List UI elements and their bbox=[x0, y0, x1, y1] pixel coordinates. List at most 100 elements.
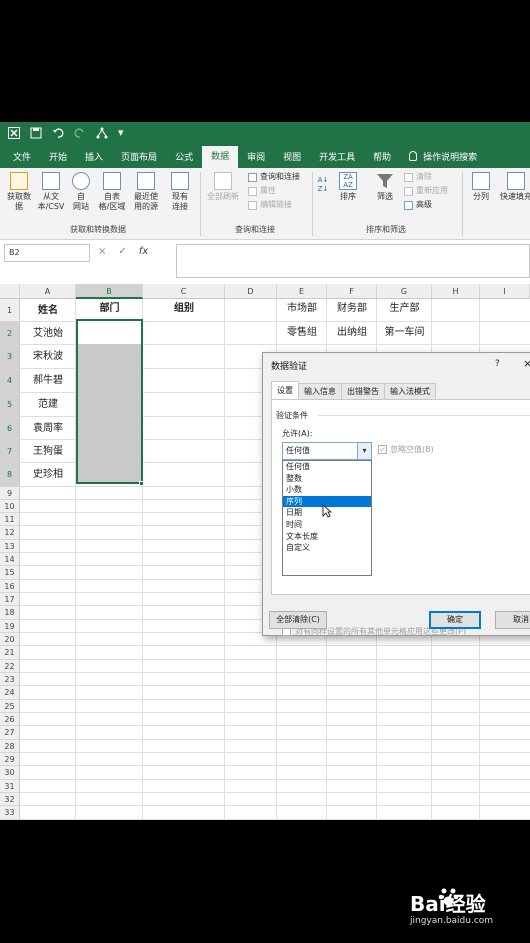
cell-f1[interactable]: 财务部 bbox=[327, 299, 377, 319]
option-any-value[interactable]: 任何值 bbox=[283, 461, 371, 473]
confirm-entry-icon[interactable]: ✓ bbox=[118, 246, 126, 257]
flash-fill-button[interactable]: 快速填充 bbox=[496, 172, 530, 202]
cell-e1[interactable]: 市场部 bbox=[277, 299, 327, 319]
tab-insert[interactable]: 插入 bbox=[76, 148, 112, 168]
column-header-g[interactable]: G bbox=[377, 284, 432, 299]
column-header-c[interactable]: C bbox=[143, 284, 225, 299]
tab-formulas[interactable]: 公式 bbox=[166, 148, 202, 168]
from-text-csv-button[interactable]: 从文 本/CSV bbox=[36, 172, 66, 212]
column-header-h[interactable]: H bbox=[432, 284, 480, 299]
row-header-19[interactable]: 19 bbox=[0, 620, 20, 633]
row-header-24[interactable]: 24 bbox=[0, 686, 20, 700]
row-header-3[interactable]: 3 bbox=[0, 345, 20, 369]
row-header-26[interactable]: 26 bbox=[0, 713, 20, 726]
row-header-20[interactable]: 20 bbox=[0, 633, 20, 646]
row-header-13[interactable]: 13 bbox=[0, 540, 20, 553]
allow-options-list[interactable]: 任何值 整数 小数 序列 日期 时间 文本长度 自定义 bbox=[282, 460, 372, 576]
filter-button[interactable]: 筛选 bbox=[372, 172, 398, 202]
queries-connections-button[interactable]: 查询和连接 bbox=[248, 172, 300, 182]
tab-home[interactable]: 开始 bbox=[40, 148, 76, 168]
row-header-22[interactable]: 22 bbox=[0, 660, 20, 673]
cell-a5[interactable]: 范建 bbox=[20, 393, 76, 417]
cell-g2[interactable]: 第一车间 bbox=[377, 321, 432, 345]
row-header-12[interactable]: 12 bbox=[0, 526, 20, 540]
allow-select[interactable]: 任何值 ▾ bbox=[282, 442, 372, 460]
cell-e2[interactable]: 零售组 bbox=[277, 321, 327, 345]
cell-f2[interactable]: 出纳组 bbox=[327, 321, 377, 345]
recent-sources-button[interactable]: 最近使 用的源 bbox=[130, 172, 162, 212]
row-header-17[interactable]: 17 bbox=[0, 593, 20, 606]
column-header-f[interactable]: F bbox=[327, 284, 377, 299]
undo-icon[interactable] bbox=[52, 127, 64, 139]
refresh-all-button[interactable]: 全部刷新 bbox=[205, 172, 241, 202]
customize-qat-icon[interactable]: ▾ bbox=[118, 122, 124, 144]
clear-button[interactable]: 清除 bbox=[404, 172, 432, 182]
row-header-23[interactable]: 23 bbox=[0, 673, 20, 686]
row-header-10[interactable]: 10 bbox=[0, 500, 20, 513]
active-cell-b2[interactable] bbox=[78, 321, 141, 344]
row-header-8[interactable]: 8 bbox=[0, 463, 20, 487]
tab-settings[interactable]: 设置 bbox=[271, 381, 299, 399]
column-header-d[interactable]: D bbox=[225, 284, 277, 299]
properties-button[interactable]: 属性 bbox=[248, 186, 276, 196]
help-icon[interactable]: ? bbox=[495, 359, 500, 369]
column-header-a[interactable]: A bbox=[20, 284, 76, 299]
column-header-e[interactable]: E bbox=[277, 284, 327, 299]
tab-page-layout[interactable]: 页面布局 bbox=[112, 148, 166, 168]
save-icon[interactable] bbox=[30, 127, 42, 139]
get-data-button[interactable]: 获取数 据 bbox=[4, 172, 34, 212]
sort-button[interactable]: ZA AZ 排序 bbox=[336, 172, 360, 202]
tab-review[interactable]: 审阅 bbox=[238, 148, 274, 168]
row-header-32[interactable]: 32 bbox=[0, 793, 20, 806]
cell-a1[interactable]: 姓名 bbox=[20, 299, 76, 323]
ok-button[interactable]: 确定 bbox=[429, 611, 481, 629]
row-header-6[interactable]: 6 bbox=[0, 417, 20, 440]
row-header-28[interactable]: 28 bbox=[0, 740, 20, 753]
row-header-11[interactable]: 11 bbox=[0, 513, 20, 526]
edit-links-button[interactable]: 编辑链接 bbox=[248, 200, 292, 210]
row-header-25[interactable]: 25 bbox=[0, 700, 20, 713]
row-header-16[interactable]: 16 bbox=[0, 580, 20, 593]
row-header-7[interactable]: 7 bbox=[0, 440, 20, 463]
cell-a2[interactable]: 艾池始 bbox=[20, 322, 76, 346]
sort-az-button[interactable]: A↓ Z↓ bbox=[316, 176, 330, 194]
tab-file[interactable]: 文件 bbox=[4, 148, 40, 168]
row-header-30[interactable]: 30 bbox=[0, 766, 20, 780]
row-header-33[interactable]: 33 bbox=[0, 806, 20, 820]
cell-a6[interactable]: 袁周率 bbox=[20, 417, 76, 441]
cancel-button[interactable]: 取消 bbox=[495, 611, 530, 629]
row-header-18[interactable]: 18 bbox=[0, 606, 20, 620]
name-box[interactable]: B2 bbox=[4, 244, 90, 262]
row-header-31[interactable]: 31 bbox=[0, 780, 20, 793]
option-decimal[interactable]: 小数 bbox=[283, 484, 371, 496]
row-header-4[interactable]: 4 bbox=[0, 369, 20, 393]
tab-ime-mode[interactable]: 输入法模式 bbox=[384, 383, 436, 399]
reapply-button[interactable]: 重新应用 bbox=[404, 186, 448, 196]
cell-b1[interactable]: 部门 bbox=[76, 299, 143, 319]
cancel-entry-icon[interactable]: × bbox=[98, 246, 106, 257]
cell-a3[interactable]: 宋秋波 bbox=[20, 345, 76, 369]
row-header-14[interactable]: 14 bbox=[0, 553, 20, 566]
row-header-15[interactable]: 15 bbox=[0, 566, 20, 580]
tab-input-message[interactable]: 输入信息 bbox=[298, 383, 342, 399]
clear-all-button[interactable]: 全部清除(C) bbox=[269, 611, 327, 629]
tell-me-search[interactable]: 操作说明搜索 bbox=[400, 148, 486, 168]
column-header-b[interactable]: B bbox=[76, 284, 143, 299]
option-custom[interactable]: 自定义 bbox=[283, 542, 371, 554]
row-header-27[interactable]: 27 bbox=[0, 726, 20, 740]
advanced-filter-button[interactable]: 高级 bbox=[404, 200, 432, 210]
tab-error-alert[interactable]: 出错警告 bbox=[341, 383, 385, 399]
text-to-columns-button[interactable]: 分列 bbox=[468, 172, 494, 202]
row-header-21[interactable]: 21 bbox=[0, 646, 20, 660]
from-table-button[interactable]: 自表 格/区域 bbox=[96, 172, 128, 212]
existing-connections-button[interactable]: 现有 连接 bbox=[166, 172, 194, 212]
ignore-blank-checkbox[interactable]: ✓ 忽略空值(B) bbox=[378, 444, 434, 455]
option-time[interactable]: 时间 bbox=[283, 519, 371, 531]
cell-a8[interactable]: 史珍相 bbox=[20, 463, 76, 487]
row-header-29[interactable]: 29 bbox=[0, 753, 20, 766]
tab-view[interactable]: 视图 bbox=[274, 148, 310, 168]
share-tree-icon[interactable] bbox=[96, 127, 108, 139]
tab-data[interactable]: 数据 bbox=[202, 146, 239, 168]
select-all-corner[interactable] bbox=[0, 284, 20, 299]
cell-g1[interactable]: 生产部 bbox=[377, 299, 432, 319]
